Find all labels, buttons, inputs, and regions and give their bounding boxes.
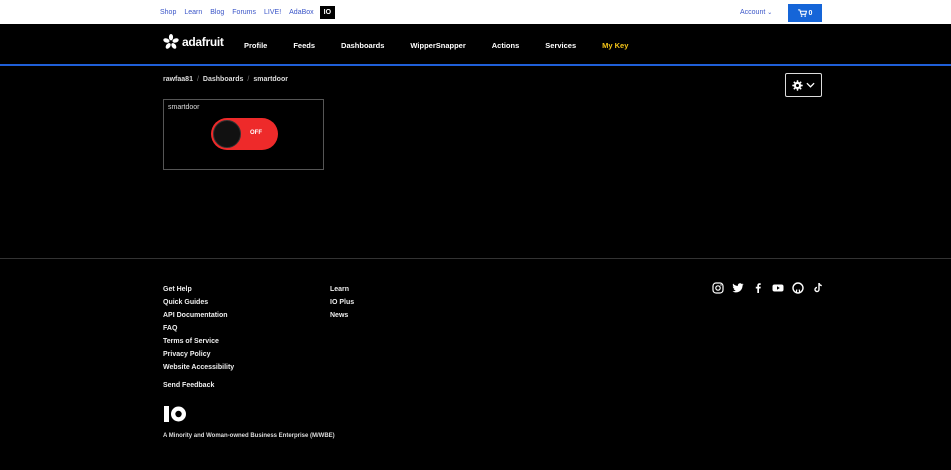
top-link-blog[interactable]: Blog	[210, 9, 224, 16]
toggle-knob	[213, 120, 241, 148]
footer-link-get-help[interactable]: Get Help	[163, 283, 234, 296]
nav-profile[interactable]: Profile	[244, 41, 267, 50]
adafruit-flower-icon	[163, 34, 179, 49]
breadcrumb-current: smartdoor	[253, 76, 288, 83]
footer-col-learn: Learn IO Plus News	[330, 283, 354, 322]
social-links	[712, 282, 824, 294]
top-link-live[interactable]: LIVE!	[264, 9, 281, 16]
cart-icon	[797, 9, 807, 17]
top-link-learn[interactable]: Learn	[184, 9, 202, 16]
footer-divider	[0, 258, 951, 259]
footer-link-terms[interactable]: Terms of Service	[163, 335, 234, 348]
nav-my-key[interactable]: My Key	[602, 41, 628, 50]
nav-wippersnapper[interactable]: WipperSnapper	[410, 41, 465, 50]
footer-link-learn[interactable]: Learn	[330, 283, 354, 296]
cart-button[interactable]: 0	[788, 4, 822, 22]
youtube-icon[interactable]	[772, 282, 784, 294]
gear-icon	[792, 79, 803, 91]
footer-link-faq[interactable]: FAQ	[163, 322, 234, 335]
breadcrumb-dashboards[interactable]: Dashboards	[203, 76, 243, 83]
top-link-shop[interactable]: Shop	[160, 9, 176, 16]
send-feedback-link[interactable]: Send Feedback	[163, 379, 234, 392]
breadcrumb-separator: /	[196, 76, 199, 83]
breadcrumb: rawfaa81/Dashboards / smartdoor	[163, 76, 288, 83]
block-title: smartdoor	[168, 104, 200, 111]
nav-feeds[interactable]: Feeds	[293, 41, 315, 50]
top-link-adabox[interactable]: AdaBox	[289, 9, 314, 16]
chevron-down-icon: ⌄	[767, 9, 773, 16]
breadcrumb-separator: /	[247, 76, 250, 83]
nav-services[interactable]: Services	[545, 41, 576, 50]
breadcrumb-user[interactable]: rawfaa81	[163, 76, 193, 83]
dashboard-settings-button[interactable]	[785, 73, 822, 97]
account-menu[interactable]: Account ⌄	[740, 0, 772, 24]
footer-link-io-plus[interactable]: IO Plus	[330, 296, 354, 309]
toggle-state-label: OFF	[250, 130, 262, 136]
nav-actions[interactable]: Actions	[492, 41, 520, 50]
adafruit-logo[interactable]: adafruit	[163, 34, 224, 50]
main-nav-links: Profile Feeds Dashboards WipperSnapper A…	[244, 24, 654, 66]
toggle-switch[interactable]: OFF	[211, 118, 278, 150]
main-nav: adafruit Profile Feeds Dashboards Wipper…	[0, 24, 951, 66]
facebook-icon[interactable]	[752, 282, 764, 294]
top-link-forums[interactable]: Forums	[232, 9, 256, 16]
tiktok-icon[interactable]	[812, 282, 824, 294]
nav-dashboards[interactable]: Dashboards	[341, 41, 384, 50]
adafruit-io-logo	[163, 404, 187, 429]
cart-count: 0	[808, 9, 813, 17]
io-logo-icon	[164, 406, 186, 422]
footer-col-help: Get Help Quick Guides API Documentation …	[163, 283, 234, 392]
account-label: Account	[740, 8, 766, 16]
chevron-down-icon	[806, 82, 815, 88]
footer-link-privacy[interactable]: Privacy Policy	[163, 348, 234, 361]
footer-tagline: A Minority and Woman-owned Business Ente…	[163, 433, 335, 439]
top-link-io[interactable]: IO	[319, 5, 336, 19]
footer-link-api-docs[interactable]: API Documentation	[163, 309, 234, 322]
github-icon[interactable]	[792, 282, 804, 294]
footer-link-news[interactable]: News	[330, 309, 354, 322]
footer-link-quick-guides[interactable]: Quick Guides	[163, 296, 234, 309]
twitter-icon[interactable]	[732, 282, 744, 294]
footer-link-accessibility[interactable]: Website Accessibility	[163, 361, 234, 374]
dashboard-block-toggle: smartdoor OFF	[163, 99, 324, 170]
instagram-icon[interactable]	[712, 282, 724, 294]
logo-text: adafruit	[182, 35, 224, 49]
top-nav: Shop Learn Blog Forums LIVE! AdaBox IO	[160, 0, 343, 24]
top-bar: Shop Learn Blog Forums LIVE! AdaBox IO A…	[0, 0, 951, 24]
